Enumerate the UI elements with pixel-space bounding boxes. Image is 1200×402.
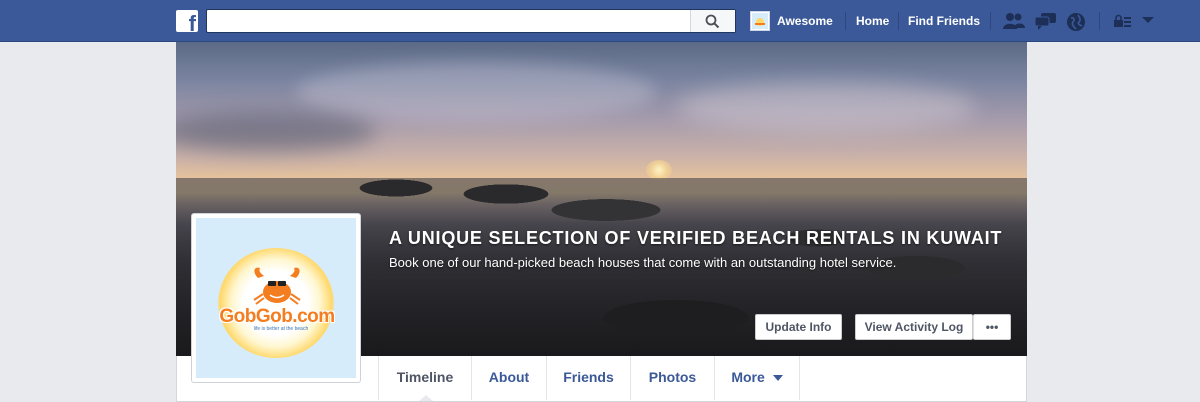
top-navigation-bar: f Awesome Home Find Friends — [0, 0, 1200, 42]
user-avatar[interactable] — [750, 11, 770, 31]
tab-photos[interactable]: Photos — [630, 356, 714, 400]
logo-tagline: life is better at the beach — [253, 326, 309, 332]
messages-icon[interactable] — [1035, 12, 1057, 30]
tab-friends[interactable]: Friends — [546, 356, 630, 400]
notifications-globe-icon[interactable] — [1066, 12, 1086, 32]
tab-about[interactable]: About — [471, 356, 546, 400]
cover-headline: A UNIQUE SELECTION OF VERIFIED BEACH REN… — [389, 228, 1003, 248]
search-icon — [705, 14, 720, 29]
friend-requests-icon[interactable] — [1003, 12, 1025, 30]
nav-divider — [845, 12, 846, 30]
privacy-lock-icon[interactable] — [1113, 14, 1131, 28]
more-options-button[interactable]: ••• — [973, 314, 1011, 340]
tab-more-label: More — [731, 369, 765, 385]
find-friends-link[interactable]: Find Friends — [908, 14, 980, 28]
chevron-down-icon — [772, 375, 783, 382]
tab-more[interactable]: More — [714, 356, 800, 400]
nav-divider — [898, 12, 899, 30]
cover-cloud — [176, 112, 376, 152]
cover-cloud — [296, 62, 656, 122]
nav-divider — [990, 12, 991, 30]
home-link[interactable]: Home — [856, 14, 889, 28]
tab-timeline[interactable]: Timeline — [378, 356, 471, 400]
update-info-button[interactable]: Update Info — [755, 314, 842, 340]
active-tab-indicator — [419, 395, 433, 401]
nav-divider — [1099, 12, 1100, 30]
cover-cloud — [676, 82, 976, 132]
cover-sun — [646, 160, 672, 180]
cover-subheadline: Book one of our hand-picked beach houses… — [389, 255, 897, 270]
beach-logo-icon — [752, 13, 768, 29]
profile-picture[interactable]: GobGob.com life is better at the beach — [191, 213, 361, 383]
logo-wordmark: GobGob.com — [219, 306, 335, 327]
account-menu-chevron-icon[interactable] — [1142, 17, 1154, 25]
crab-mascot-icon — [253, 267, 301, 305]
search-box — [206, 9, 736, 33]
profile-name-link[interactable]: Awesome — [777, 14, 833, 28]
profile-logo-image: GobGob.com life is better at the beach — [196, 218, 356, 378]
facebook-logo[interactable]: f — [176, 10, 198, 36]
search-button[interactable] — [690, 10, 735, 32]
search-input[interactable] — [211, 12, 693, 32]
view-activity-log-button[interactable]: View Activity Log — [855, 314, 973, 340]
facebook-logo-letter: f — [188, 11, 196, 36]
